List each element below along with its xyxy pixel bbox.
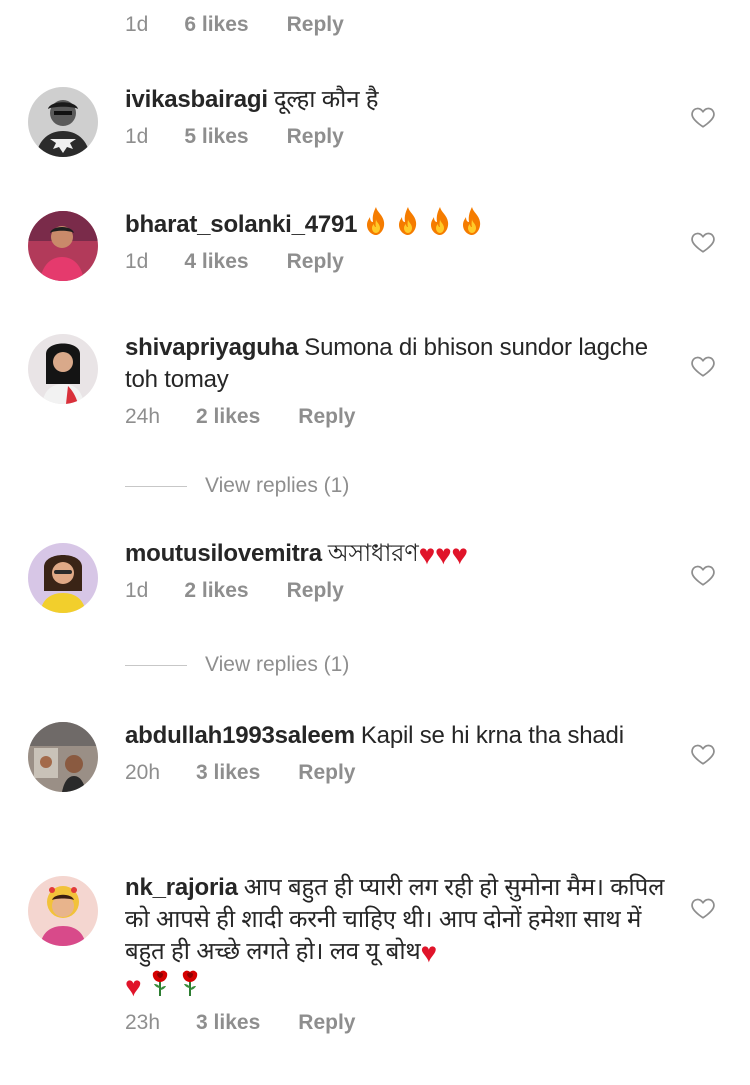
comment-text: nk_rajoria आप बहुत ही प्यारी लग रही हो सु… xyxy=(125,872,665,1002)
comment-text: moutusilovemitra অসাধারণ♥♥♥ xyxy=(125,538,665,570)
red-heart-emoji-icon: ♥ xyxy=(125,971,142,1002)
avatar[interactable] xyxy=(28,876,98,946)
comment-username[interactable]: ivikasbairagi xyxy=(125,86,268,113)
reply-button[interactable]: Reply xyxy=(287,125,344,149)
comment-body: abdullah1993saleem Kapil se hi krna tha s… xyxy=(125,720,665,788)
reply-button[interactable]: Reply xyxy=(287,250,344,274)
comment-meta: 20h 3 likes Reply xyxy=(125,758,665,788)
comment-time: 1d xyxy=(125,250,149,273)
comment-likes[interactable]: 2 likes xyxy=(184,579,248,603)
rose-emoji-icon xyxy=(149,968,171,998)
reply-button[interactable]: Reply xyxy=(287,13,344,37)
comment-body: shivapriyaguha Sumona di bhison sundor la… xyxy=(125,332,665,432)
view-replies-button[interactable]: View replies (1) xyxy=(125,653,349,677)
like-heart-icon[interactable] xyxy=(690,353,716,379)
avatar[interactable] xyxy=(28,211,98,281)
avatar[interactable] xyxy=(28,87,98,157)
comment-likes[interactable]: 5 likes xyxy=(184,125,248,149)
comment-likes[interactable]: 3 likes xyxy=(196,761,260,785)
previous-comment-meta: 1d 6 likes Reply xyxy=(125,10,344,40)
divider-line xyxy=(125,664,187,666)
comment-text: shivapriyaguha Sumona di bhison sundor la… xyxy=(125,332,665,396)
reply-button[interactable]: Reply xyxy=(298,1011,355,1035)
comment-meta: 24h 2 likes Reply xyxy=(125,402,665,432)
comment-username[interactable]: nk_rajoria xyxy=(125,874,238,901)
comment-meta: 23h 3 likes Reply xyxy=(125,1008,665,1038)
like-heart-icon[interactable] xyxy=(690,895,716,921)
comment-likes[interactable]: 4 likes xyxy=(184,250,248,274)
comment-body: moutusilovemitra অসাধারণ♥♥♥ 1d 2 likes Re… xyxy=(125,538,665,606)
reply-button[interactable]: Reply xyxy=(298,761,355,785)
fire-emoji-icon xyxy=(363,211,491,238)
reply-button[interactable]: Reply xyxy=(287,579,344,603)
comment-body: bharat_solanki_4791 1d 4 likes Reply xyxy=(125,206,665,277)
rose-emoji-icon xyxy=(179,968,201,998)
comment-username[interactable]: shivapriyaguha xyxy=(125,334,298,361)
like-heart-icon[interactable] xyxy=(690,229,716,255)
comment-meta: 1d 2 likes Reply xyxy=(125,576,665,606)
comment-time: 20h xyxy=(125,761,161,784)
comment-body: nk_rajoria आप बहुत ही प्यारी लग रही हो सु… xyxy=(125,872,665,1038)
comment-text: ivikasbairagi दूल्हा कौन है xyxy=(125,84,665,116)
comment-likes[interactable]: 3 likes xyxy=(196,1011,260,1035)
divider-line xyxy=(125,485,187,487)
view-replies-button[interactable]: View replies (1) xyxy=(125,474,349,498)
comment-username[interactable]: moutusilovemitra xyxy=(125,540,322,567)
avatar[interactable] xyxy=(28,543,98,613)
comment-time: 23h xyxy=(125,1011,161,1034)
comment-likes[interactable]: 6 likes xyxy=(184,13,248,37)
comment-body: ivikasbairagi दूल्हा कौन है 1d 5 likes Re… xyxy=(125,84,665,152)
comment-username[interactable]: bharat_solanki_4791 xyxy=(125,211,358,238)
like-heart-icon[interactable] xyxy=(690,562,716,588)
comment-time: 1d xyxy=(125,125,149,148)
comment-content: दूल्हा कौन है xyxy=(273,86,379,113)
avatar[interactable] xyxy=(28,722,98,792)
view-replies-label[interactable]: View replies (1) xyxy=(205,474,349,498)
comment-time: 1d xyxy=(125,579,149,602)
like-heart-icon[interactable] xyxy=(690,104,716,130)
comment-content: Kapil se hi krna tha shadi xyxy=(360,722,624,749)
comment-meta: 1d 4 likes Reply xyxy=(125,247,665,277)
like-heart-icon[interactable] xyxy=(690,741,716,767)
comment-text: bharat_solanki_4791 xyxy=(125,206,665,241)
view-replies-label[interactable]: View replies (1) xyxy=(205,653,349,677)
red-heart-emoji-icon: ♥ xyxy=(420,937,437,968)
comment-meta: 1d 5 likes Reply xyxy=(125,122,665,152)
comment-username[interactable]: abdullah1993saleem xyxy=(125,722,355,749)
avatar[interactable] xyxy=(28,334,98,404)
comment-time: 1d xyxy=(125,13,149,36)
red-heart-emoji-icon: ♥♥♥ xyxy=(418,539,468,570)
comment-time: 24h xyxy=(125,405,161,428)
reply-button[interactable]: Reply xyxy=(298,405,355,429)
comment-text: abdullah1993saleem Kapil se hi krna tha s… xyxy=(125,720,665,752)
comments-page: 1d 6 likes Reply ivikasbairagi दूल्हा कौन… xyxy=(0,0,750,1085)
comment-likes[interactable]: 2 likes xyxy=(196,405,260,429)
comment-content: অসাধারণ xyxy=(327,540,419,567)
